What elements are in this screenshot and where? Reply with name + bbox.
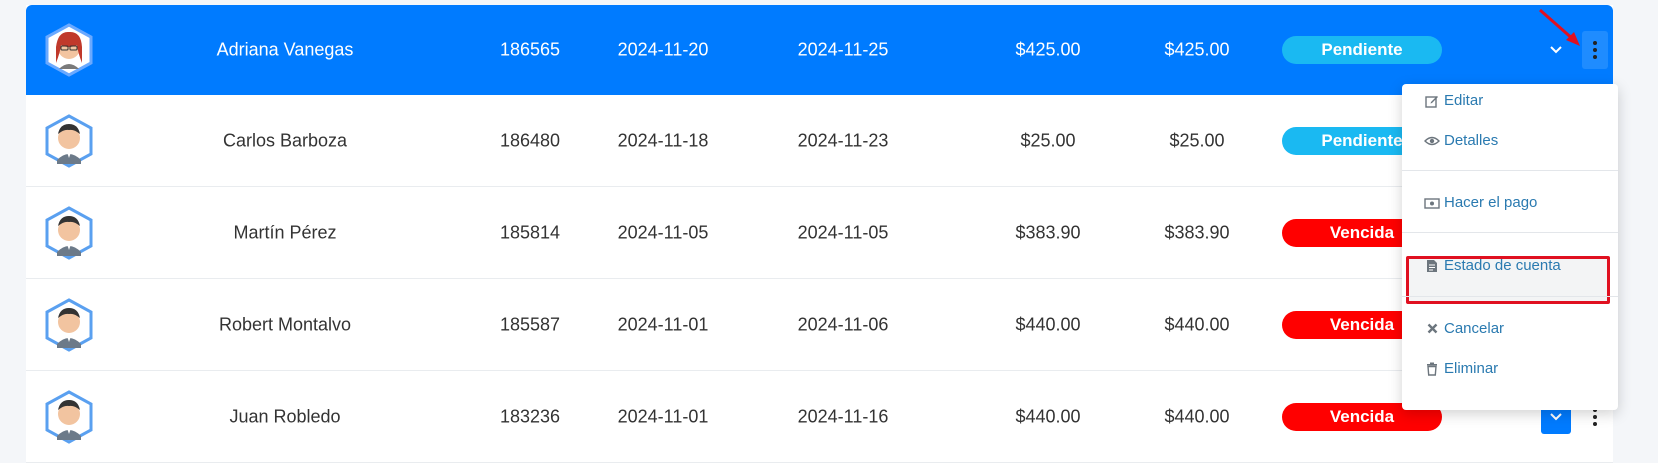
menu-item-label: Editar xyxy=(1444,92,1484,109)
trash-icon xyxy=(1424,362,1440,376)
due-date: 2024-11-05 xyxy=(797,222,889,242)
issue-date: 2024-11-18 xyxy=(617,130,709,150)
menu-item-label: Estado de cuenta xyxy=(1444,257,1561,274)
invoice-number: 186565 xyxy=(499,39,561,60)
times-icon xyxy=(1424,323,1440,334)
total-amount: $383.90 xyxy=(1015,222,1081,242)
balance-amount: $440.00 xyxy=(1164,406,1230,426)
avatar xyxy=(44,205,94,260)
table-row[interactable]: Adriana Vanegas 186565 2024-11-20 2024-1… xyxy=(26,5,1613,95)
customer-name: Adriana Vanegas xyxy=(216,39,354,60)
avatar xyxy=(44,23,94,77)
menu-item-label: Hacer el pago xyxy=(1444,194,1538,211)
table-row[interactable]: Juan Robledo 183236 2024-11-01 2024-11-1… xyxy=(26,371,1613,463)
menu-item-pay[interactable]: Hacer el pago xyxy=(1424,194,1537,211)
due-date: 2024-11-06 xyxy=(797,314,889,334)
status-label: Vencida xyxy=(1329,222,1395,242)
invoices-table: Adriana Vanegas 186565 2024-11-20 2024-1… xyxy=(26,5,1613,463)
issue-date: 2024-11-20 xyxy=(617,39,709,60)
avatar xyxy=(44,113,94,168)
invoice-number: 185587 xyxy=(499,314,561,334)
money-bill-icon xyxy=(1424,197,1440,209)
table-row[interactable]: Robert Montalvo 185587 2024-11-01 2024-1… xyxy=(26,279,1613,371)
due-date: 2024-11-23 xyxy=(797,130,889,150)
issue-date: 2024-11-05 xyxy=(617,222,709,242)
balance-amount: $25.00 xyxy=(1169,130,1225,150)
menu-item-label: Detalles xyxy=(1444,132,1499,149)
menu-item-details[interactable]: Detalles xyxy=(1424,132,1498,149)
menu-divider xyxy=(1402,170,1618,171)
menu-item-label: Eliminar xyxy=(1444,360,1499,377)
arrow-annotation xyxy=(1539,8,1580,46)
due-date: 2024-11-25 xyxy=(797,39,889,60)
menu-item-cancel[interactable]: Cancelar xyxy=(1424,320,1504,337)
invoice-number: 185814 xyxy=(499,222,561,242)
file-text-icon xyxy=(1424,259,1440,273)
customer-name: Martín Pérez xyxy=(233,222,337,242)
row-actions-menu: Editar Detalles Hacer el pago Estado de … xyxy=(1402,84,1618,410)
total-amount: $440.00 xyxy=(1015,314,1081,334)
menu-item-account-statement[interactable]: Estado de cuenta xyxy=(1424,257,1561,274)
customer-name: Carlos Barboza xyxy=(222,130,348,150)
menu-item-edit[interactable]: Editar xyxy=(1424,92,1483,109)
kebab-menu-icon xyxy=(1593,41,1597,59)
total-amount: $425.00 xyxy=(1015,39,1081,60)
chevron-down-icon xyxy=(1550,412,1562,420)
kebab-menu-icon xyxy=(1593,407,1597,426)
status-label: Vencida xyxy=(1329,406,1395,426)
total-amount: $440.00 xyxy=(1015,406,1081,426)
customer-name: Juan Robledo xyxy=(229,406,341,426)
table-row[interactable]: Carlos Barboza 186480 2024-11-18 2024-11… xyxy=(26,95,1613,187)
menu-item-delete[interactable]: Eliminar xyxy=(1424,360,1498,377)
status-label: Pendiente xyxy=(1321,130,1403,150)
customer-name: Robert Montalvo xyxy=(218,314,352,334)
status-label: Pendiente xyxy=(1321,40,1403,59)
status-label: Vencida xyxy=(1329,314,1395,334)
total-amount: $25.00 xyxy=(1020,130,1076,150)
due-date: 2024-11-16 xyxy=(797,406,889,426)
menu-divider xyxy=(1402,296,1618,297)
invoice-number: 186480 xyxy=(499,130,561,150)
pencil-square-icon xyxy=(1424,94,1440,108)
table-row[interactable]: Martín Pérez 185814 2024-11-05 2024-11-0… xyxy=(26,187,1613,279)
menu-divider xyxy=(1402,232,1618,233)
menu-item-label: Cancelar xyxy=(1444,320,1505,337)
eye-icon xyxy=(1424,135,1440,147)
status-badge: Pendiente xyxy=(1282,36,1442,64)
balance-amount: $425.00 xyxy=(1164,39,1230,60)
avatar xyxy=(44,389,94,444)
balance-amount: $440.00 xyxy=(1164,314,1230,334)
avatar xyxy=(44,297,94,352)
balance-amount: $383.90 xyxy=(1164,222,1230,242)
issue-date: 2024-11-01 xyxy=(617,406,709,426)
invoice-number: 183236 xyxy=(499,406,561,426)
issue-date: 2024-11-01 xyxy=(617,314,709,334)
